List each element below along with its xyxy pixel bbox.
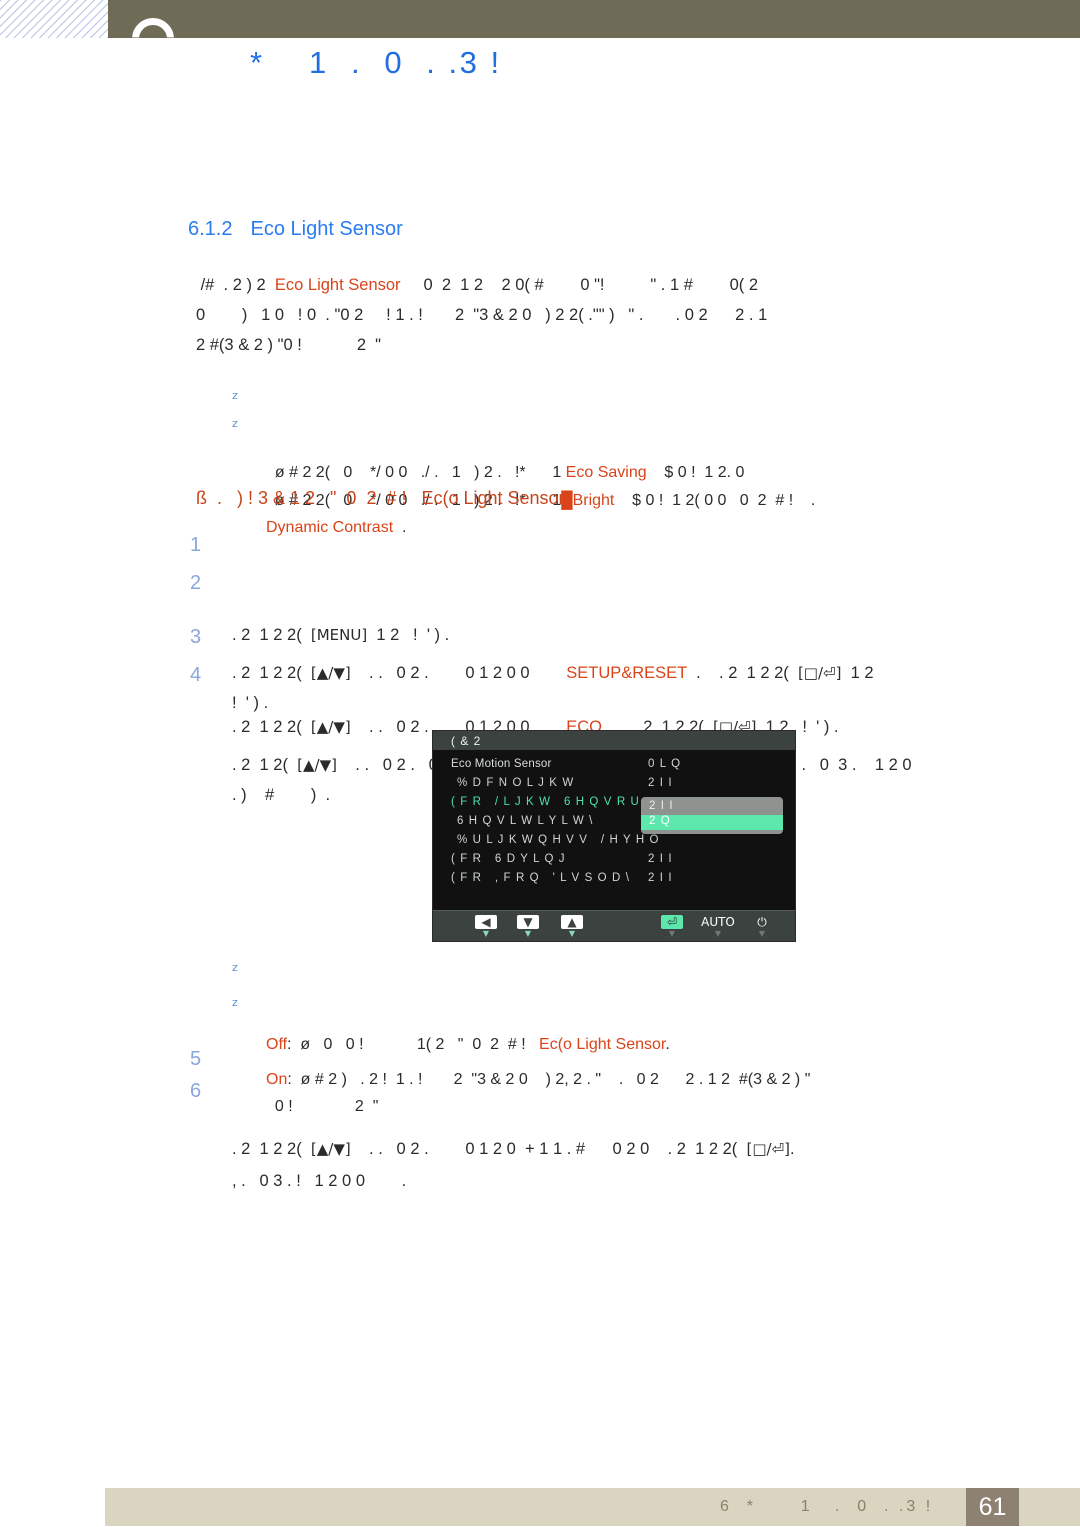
step-item: 6 , . 0 3 . ! 1 2 0 0 . bbox=[190, 1076, 1000, 1256]
step-number: 6 bbox=[190, 1080, 202, 1102]
intro-highlight: Eco Light Sensor bbox=[274, 276, 401, 294]
osd-dropdown[interactable]: 2 I I 2 Q bbox=[641, 797, 783, 834]
intro-paragraph: /# . 2 ) 2 Eco Light Sensor 0 2 1 2 2 0(… bbox=[196, 270, 996, 360]
osd-row-value: 2 I I bbox=[648, 872, 673, 884]
page-number-badge: 61 bbox=[966, 1488, 1019, 1526]
osd-row[interactable]: ( F R 6 D Y L Q J 2 I I bbox=[433, 853, 795, 867]
tick-icon: ▼ bbox=[524, 929, 532, 938]
auto-button[interactable]: AUTO ▼ bbox=[701, 915, 735, 938]
left-arrow-icon: ◀ bbox=[475, 915, 497, 929]
step-6-text: , . 0 3 . ! 1 2 0 0 . bbox=[232, 1172, 407, 1190]
osd-row-label: ( F R / L J K W 6 H Q V R U bbox=[451, 796, 640, 808]
back-button[interactable]: ◀ ▼ bbox=[469, 915, 503, 938]
step-number: 1 bbox=[190, 534, 202, 556]
step-number: 2 bbox=[190, 572, 202, 594]
bullet-marker-icon: z bbox=[232, 389, 238, 402]
osd-row-label: ( F R 6 D Y L Q J bbox=[451, 853, 566, 865]
osd-row-value: 0 L Q bbox=[648, 758, 682, 770]
tick-icon: ▼ bbox=[714, 929, 722, 938]
step-number: 5 bbox=[190, 1048, 202, 1070]
osd-row[interactable]: ( F R , F R Q ' L V S O D \ 2 I I bbox=[433, 872, 795, 886]
osd-row-value: 2 I I bbox=[648, 777, 673, 789]
step-number: 4 bbox=[190, 664, 202, 686]
tick-icon: ▼ bbox=[668, 929, 676, 938]
sub-heading: ß . ) ! 3 & 1 2 " 0 2 # ! Ec(o Light Sen… bbox=[196, 488, 565, 508]
updown-key: [▲/▼] bbox=[297, 756, 337, 774]
osd-row-label: 6 H Q V L W L Y L W \ bbox=[457, 815, 594, 827]
footer-bar bbox=[105, 1488, 1080, 1526]
section-title: Eco Light Sensor bbox=[250, 218, 403, 240]
osd-button-bar: ◀ ▼ ▼ ▼ ▲ ▼ ⏎ ▼ AUTO ▼ ⏻ ▼ bbox=[433, 910, 795, 941]
osd-menu-screenshot: ( & 2 Eco Motion Sensor 0 L Q % D F N O … bbox=[432, 730, 796, 942]
enter-icon: ⏎ bbox=[661, 915, 683, 929]
up-arrow-icon: ▲ bbox=[561, 915, 583, 929]
auto-label: AUTO bbox=[701, 915, 735, 929]
page-content: 6.1.2 Eco Light Sensor /# . 2 ) 2 Eco Lig… bbox=[0, 0, 1080, 1527]
up-button[interactable]: ▲ ▼ bbox=[555, 915, 589, 938]
down-button[interactable]: ▼ ▼ bbox=[511, 915, 545, 938]
footer-text: 6 * 1 . 0 . .3 ! bbox=[720, 1498, 934, 1515]
osd-row-label: % D F N O L J K W bbox=[457, 777, 575, 789]
bullet-marker-icon: z bbox=[232, 417, 238, 430]
tick-icon: ▼ bbox=[568, 929, 576, 938]
osd-row[interactable]: Eco Motion Sensor 0 L Q bbox=[433, 758, 795, 772]
bullet-marker-icon: z bbox=[232, 961, 238, 974]
power-button[interactable]: ⏻ ▼ bbox=[745, 915, 779, 938]
osd-row-value: 2 I I bbox=[648, 853, 673, 865]
intro-before: /# . 2 ) 2 bbox=[196, 276, 275, 294]
bullet-marker-icon: z bbox=[232, 996, 238, 1009]
down-arrow-icon: ▼ bbox=[517, 915, 539, 929]
bullet-b-middle: $ 0 ! 1 2( 0 0 0 2 # ! . bbox=[632, 492, 816, 509]
osd-row-label: Eco Motion Sensor bbox=[451, 758, 552, 770]
tick-icon: ▼ bbox=[758, 929, 766, 938]
osd-row-label: % U L J K W Q H V V / H Y H O bbox=[457, 834, 660, 846]
power-icon: ⏻ bbox=[757, 915, 767, 929]
section-number: 6.1.2 bbox=[188, 218, 233, 240]
osd-row-label: ( F R , F R Q ' L V S O D \ bbox=[451, 872, 630, 884]
step-number: 3 bbox=[190, 626, 202, 648]
step-4-before: . 2 1 2( bbox=[232, 756, 298, 774]
osd-row[interactable]: % U L J K W Q H V V / H Y H O bbox=[433, 834, 795, 848]
osd-dropdown-option-on[interactable]: 2 Q bbox=[641, 815, 783, 830]
section-heading: 6.1.2 Eco Light Sensor bbox=[188, 218, 403, 241]
osd-title: ( & 2 bbox=[433, 731, 795, 750]
osd-row[interactable]: % D F N O L J K W 2 I I bbox=[433, 777, 795, 791]
bullet-b-highlight: Bright bbox=[572, 492, 615, 509]
enter-button[interactable]: ⏎ ▼ bbox=[655, 915, 689, 938]
tick-icon: ▼ bbox=[482, 929, 490, 938]
osd-dropdown-option-off[interactable]: 2 I I bbox=[641, 800, 783, 815]
